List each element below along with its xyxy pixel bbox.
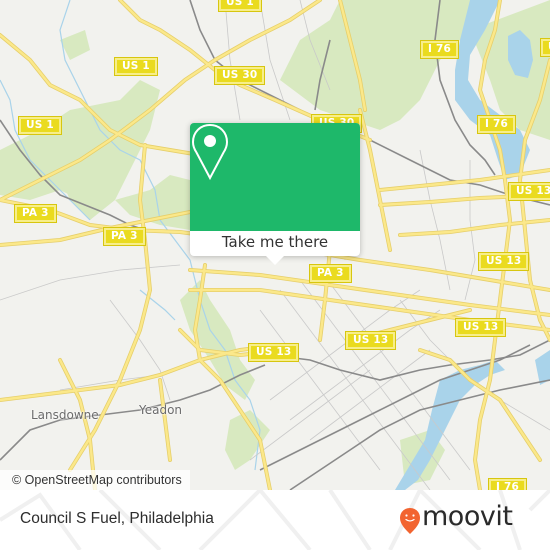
location-pin-icon [191, 123, 229, 181]
route-shield-us: U [540, 38, 550, 57]
route-shield-us1: US 1 [18, 116, 62, 135]
map-canvas[interactable]: US 1 US 1 US 1 US 30 US 30 I 76 I 76 I 7… [0, 0, 550, 490]
route-shield-us1: US 1 [218, 0, 262, 12]
place-label-lansdowne: Lansdowne [31, 408, 99, 422]
route-shield-i76: I 76 [420, 40, 459, 59]
route-shield-us13: US 13 [247, 343, 300, 362]
route-shield-us1: US 1 [114, 57, 158, 76]
footer-bar: Council S Fuel, Philadelphia moovit [0, 490, 550, 550]
route-shield-us30: US 30 [213, 66, 266, 85]
location-title: Council S Fuel, Philadelphia [20, 510, 214, 527]
map-attribution[interactable]: © OpenStreetMap contributors [0, 470, 190, 490]
route-shield-pa3: PA 3 [309, 264, 352, 283]
popup-pointer [266, 256, 284, 265]
route-shield-pa3: PA 3 [103, 227, 146, 246]
destination-popup[interactable]: Take me there [190, 123, 360, 265]
place-label-yeadon: Yeadon [139, 403, 183, 417]
route-shield-us13: US 13 [507, 182, 550, 201]
route-shield-us13: US 13 [454, 318, 507, 337]
route-shield-us13: US 13 [344, 331, 397, 350]
moovit-logo[interactable]: moovit [399, 501, 539, 537]
route-shield-pa3: PA 3 [14, 204, 57, 223]
route-shield-i76: I 76 [488, 478, 527, 490]
route-shield-i76: I 76 [477, 115, 516, 134]
popup-header[interactable] [190, 123, 360, 231]
moovit-pin-icon [400, 508, 420, 534]
take-me-there-button[interactable]: Take me there [190, 231, 360, 256]
route-shield-us13: US 13 [477, 252, 530, 271]
moovit-wordmark: moovit [422, 501, 513, 532]
